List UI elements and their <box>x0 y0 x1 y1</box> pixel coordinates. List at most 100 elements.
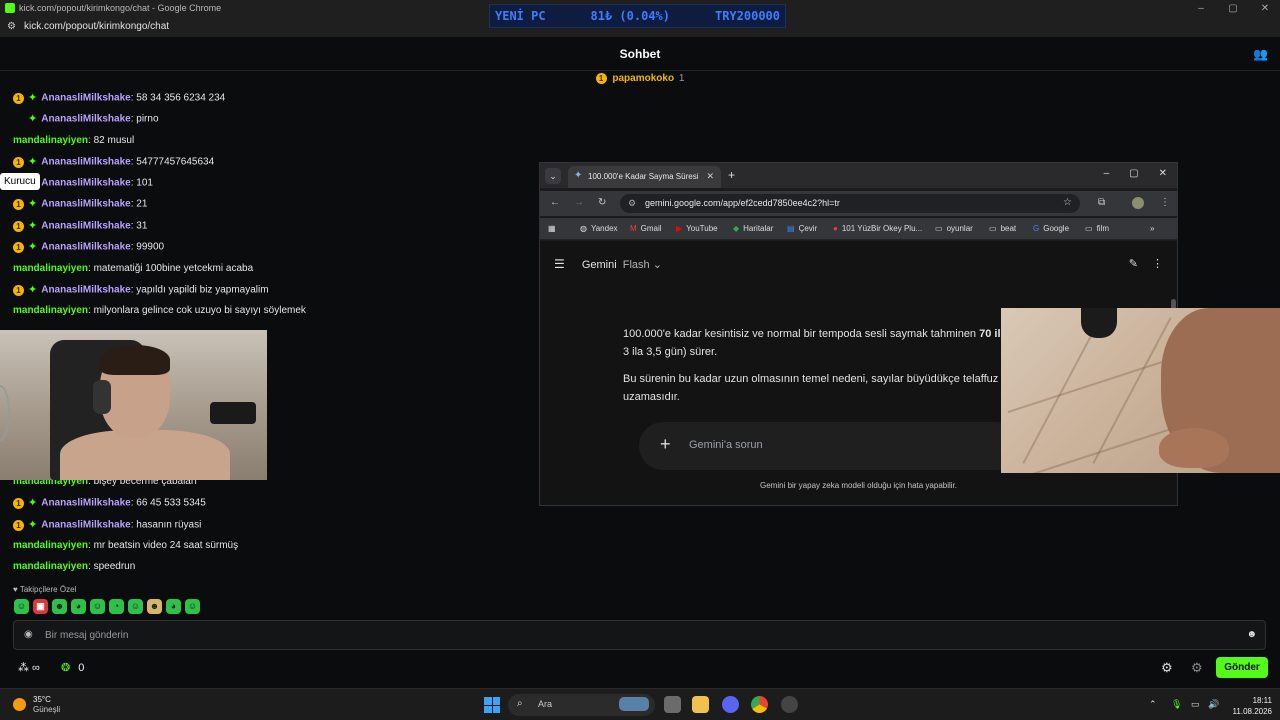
weather-temperature[interactable]: 35°C <box>33 695 51 704</box>
chat-username[interactable]: AnanasliMilkshake <box>41 221 130 232</box>
chat-username[interactable]: AnanasliMilkshake <box>41 157 130 168</box>
microphone-icon[interactable]: 🎙 <box>1171 699 1182 710</box>
sparkle-badge-icon[interactable]: ✦ <box>28 519 37 531</box>
user-list-icon[interactable]: 👥 <box>1253 47 1268 61</box>
chat-username[interactable]: AnanasliMilkshake <box>41 199 130 210</box>
bookmark-cevir[interactable]: ▤ Çevir <box>787 224 817 233</box>
system-clock[interactable]: 18:11 11.08.2026 <box>1222 695 1272 717</box>
chat-username[interactable]: AnanasliMilkshake <box>41 498 130 509</box>
network-icon[interactable]: ▭ <box>1191 699 1200 710</box>
bookmark-oyunlar[interactable]: ▭ oyunlar <box>935 224 973 233</box>
shield-icon[interactable]: ◉ <box>24 629 33 640</box>
site-info-icon[interactable]: ⚙ <box>7 21 16 32</box>
start-button[interactable] <box>484 697 500 713</box>
emote-icon[interactable]: ◔ <box>109 599 124 614</box>
emote-icon[interactable]: ☺ <box>185 599 200 614</box>
sparkle-badge-icon[interactable]: ✦ <box>28 113 37 125</box>
maximize-icon[interactable]: ▢ <box>1226 0 1240 17</box>
maximize-icon[interactable]: ▢ <box>1129 168 1138 179</box>
emote-icon[interactable]: ◕ <box>71 599 86 614</box>
back-icon[interactable]: ← <box>550 197 560 208</box>
sparkle-badge-icon[interactable]: ✦ <box>28 92 37 104</box>
extensions-icon[interactable]: ⧉ <box>1098 197 1105 208</box>
add-attachment-icon[interactable]: + <box>660 434 671 455</box>
chat-username[interactable]: mandalinayiyen <box>13 561 88 572</box>
bookmark-101[interactable]: ● 101 YüzBir Okey Plu... <box>833 224 922 233</box>
chrome-menu-icon[interactable]: ⋮ <box>1160 197 1170 208</box>
chat-username[interactable]: mandalinayiyen <box>13 263 88 274</box>
sparkle-badge-icon[interactable]: ✦ <box>28 284 37 296</box>
sparkle-badge-icon[interactable]: ✦ <box>28 497 37 509</box>
gift-badge-icon[interactable]: 1 <box>13 198 24 210</box>
sparkle-badge-icon[interactable]: ✦ <box>28 156 37 168</box>
hamburger-menu-icon[interactable]: ☰ <box>554 257 565 271</box>
profile-avatar[interactable] <box>1132 197 1144 209</box>
tab-gemini[interactable]: ✦ 100.000'e Kadar Sayma Süresi ✕ <box>568 166 721 188</box>
reload-icon[interactable]: ↻ <box>598 197 606 208</box>
chat-username[interactable]: AnanasliMilkshake <box>41 178 130 189</box>
emote-icon[interactable]: ☻ <box>147 599 162 614</box>
send-button[interactable]: Gönder <box>1216 657 1268 678</box>
minimize-icon[interactable]: – <box>1104 168 1110 179</box>
chrome-icon[interactable] <box>751 696 768 713</box>
chat-username[interactable]: AnanasliMilkshake <box>41 242 130 253</box>
gift-badge-icon[interactable]: 1 <box>13 497 24 509</box>
bookmark-google[interactable]: G Google <box>1033 224 1069 233</box>
settings-gear-icon[interactable]: ⚙ <box>1161 660 1173 676</box>
bookmark-beat[interactable]: ▭ beat <box>989 224 1016 233</box>
more-bookmarks-icon[interactable]: » <box>1150 224 1154 233</box>
chat-mode-icon[interactable]: ⚙ <box>1191 660 1203 676</box>
sparkle-badge-icon[interactable]: ✦ <box>28 241 37 253</box>
tab-search-icon[interactable]: ⌄ <box>545 168 561 184</box>
new-chat-icon[interactable]: ✎ <box>1129 257 1138 270</box>
omnibox[interactable]: ⚙ gemini.google.com/app/ef2cedd7850ee4c2… <box>620 194 1080 213</box>
emote-icon[interactable]: ☺ <box>90 599 105 614</box>
more-options-icon[interactable]: ⋮ <box>1152 257 1163 270</box>
minimize-icon[interactable]: – <box>1194 0 1208 17</box>
chat-username[interactable]: AnanasliMilkshake <box>41 285 130 296</box>
bookmark-film[interactable]: ▭ film <box>1085 224 1109 233</box>
tab-close-icon[interactable]: ✕ <box>706 171 714 182</box>
taskbar-search[interactable]: ⌕ Ara <box>508 694 655 716</box>
bookmark-gmail[interactable]: M Gmail <box>630 224 662 233</box>
infinity-points[interactable]: ⁂ ∞ <box>18 661 40 675</box>
tray-overflow-icon[interactable]: ⌃ <box>1149 699 1157 710</box>
sun-icon[interactable] <box>13 698 26 711</box>
pinned-username[interactable]: papamokoko <box>612 73 674 84</box>
bookmark-haritalar[interactable]: ◆ Haritalar <box>733 224 773 233</box>
gift-badge-icon[interactable]: 1 <box>13 220 24 232</box>
weather-condition[interactable]: Güneşli <box>33 705 60 714</box>
chat-username[interactable]: mandalinayiyen <box>13 135 88 146</box>
gift-badge-icon[interactable]: 1 <box>13 241 24 253</box>
emoji-picker-icon[interactable]: ☻ <box>1246 629 1257 640</box>
emote-icon[interactable]: ☺ <box>14 599 29 614</box>
sparkle-badge-icon[interactable]: ✦ <box>28 220 37 232</box>
chat-username[interactable]: mandalinayiyen <box>13 305 88 316</box>
bookmark-star-icon[interactable]: ☆ <box>1063 197 1072 208</box>
bookmark-yandex[interactable]: ◍ Yandex <box>580 224 618 233</box>
chat-username[interactable]: mandalinayiyen <box>13 540 88 551</box>
app-icon[interactable] <box>781 696 798 713</box>
pinned-gifter[interactable]: 1 papamokoko 1 <box>0 73 1280 91</box>
emote-icon[interactable]: ◕ <box>166 599 181 614</box>
chat-message-input[interactable]: ◉ Bir mesaj gönderin ☻ <box>13 620 1266 650</box>
bookmark-youtube[interactable]: ▶ YouTube <box>676 224 718 233</box>
sparkle-badge-icon[interactable]: ✦ <box>28 198 37 210</box>
model-selector[interactable]: Flash ⌄ <box>623 259 662 271</box>
task-view-icon[interactable] <box>664 696 681 713</box>
discord-icon[interactable] <box>722 696 739 713</box>
chat-username[interactable]: AnanasliMilkshake <box>41 114 130 125</box>
close-icon[interactable]: ✕ <box>1159 168 1167 179</box>
volume-icon[interactable]: 🔊 <box>1208 699 1219 710</box>
emote-icon[interactable]: ▣ <box>33 599 48 614</box>
site-info-icon[interactable]: ⚙ <box>628 198 636 209</box>
channel-points[interactable]: ❂ 0 <box>61 661 84 675</box>
forward-icon[interactable]: → <box>574 197 584 208</box>
file-explorer-icon[interactable] <box>692 696 709 713</box>
gift-badge-icon[interactable]: 1 <box>13 519 24 531</box>
chat-username[interactable]: AnanasliMilkshake <box>41 520 130 531</box>
new-tab-icon[interactable]: + <box>728 168 735 182</box>
omnibox-url[interactable]: gemini.google.com/app/ef2cedd7850ee4c2?h… <box>645 198 840 208</box>
gift-badge-icon[interactable]: 1 <box>13 284 24 296</box>
gift-badge-icon[interactable]: 1 <box>13 92 24 104</box>
